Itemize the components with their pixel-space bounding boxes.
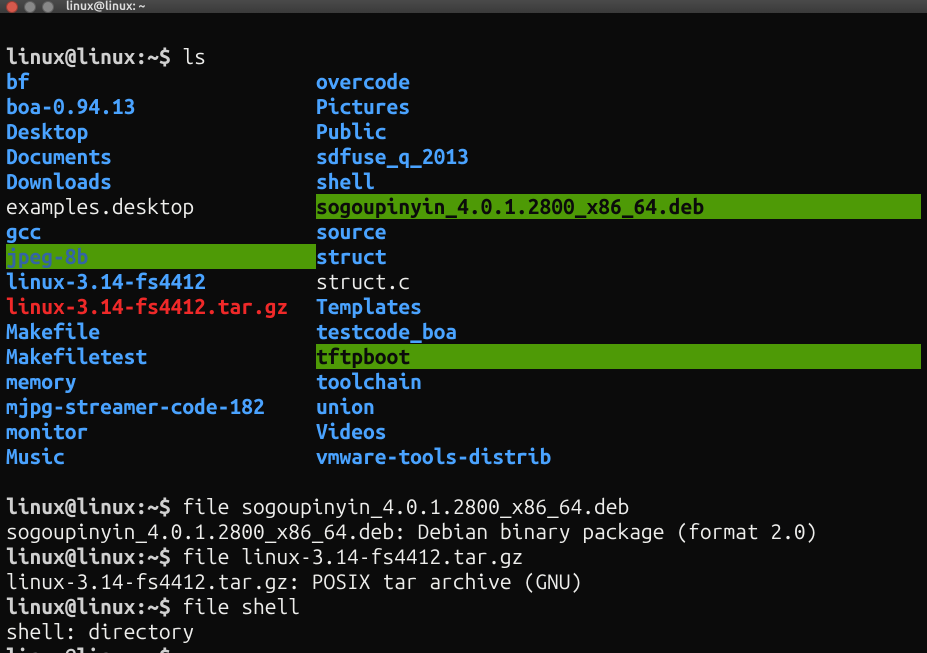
prompt: linux@linux:~$ (6, 494, 182, 518)
terminal-window: linux@linux: ~ linux@linux:~$ ls bfoverc… (0, 0, 927, 653)
command-file-shell: file shell (182, 594, 300, 618)
ls-entry: sdfuse_q_2013 (316, 144, 921, 169)
ls-entry: union (316, 394, 921, 419)
ls-entry: Desktop (6, 119, 316, 144)
ls-entry: tftpboot (316, 344, 921, 369)
ls-entry: sogoupinyin_4.0.1.2800_x86_64.deb (316, 194, 921, 219)
ls-entry: Pictures (316, 94, 921, 119)
window-title: linux@linux: ~ (66, 0, 145, 13)
output-file-shell: shell: directory (6, 619, 194, 643)
command-file-tar: file linux-3.14-fs4412.tar.gz (182, 544, 523, 568)
prompt: linux@linux:~$ (6, 44, 182, 68)
ls-entry: Videos (316, 419, 921, 444)
ls-entry: gcc (6, 219, 316, 244)
window-close-button[interactable] (6, 1, 18, 13)
ls-entry: vmware-tools-distrib (316, 444, 921, 469)
ls-entry: Makefiletest (6, 344, 316, 369)
ls-entry: Documents (6, 144, 316, 169)
ls-entry: toolchain (316, 369, 921, 394)
window-maximize-button[interactable] (42, 1, 54, 13)
prompt: linux@linux:~$ (6, 594, 182, 618)
ls-output: bfovercodeboa-0.94.13PicturesDesktopPubl… (6, 69, 921, 469)
terminal-body[interactable]: linux@linux:~$ ls bfovercodeboa-0.94.13P… (0, 13, 927, 653)
ls-entry: bf (6, 69, 316, 94)
output-file-deb: sogoupinyin_4.0.1.2800_x86_64.deb: Debia… (6, 519, 817, 543)
window-titlebar: linux@linux: ~ (0, 0, 927, 13)
prompt: linux@linux:~$ (6, 544, 182, 568)
ls-entry: Templates (316, 294, 921, 319)
command-ls: ls (182, 44, 206, 68)
ls-entry: source (316, 219, 921, 244)
ls-entry: overcode (316, 69, 921, 94)
window-minimize-button[interactable] (24, 1, 36, 13)
ls-entry: struct (316, 244, 921, 269)
ls-entry: memory (6, 369, 316, 394)
ls-entry: jpeg-8b (6, 244, 316, 269)
ls-entry: Makefile (6, 319, 316, 344)
prompt: linux@linux:~$ (6, 644, 182, 653)
ls-entry: Public (316, 119, 921, 144)
ls-entry: boa-0.94.13 (6, 94, 316, 119)
ls-entry: linux-3.14-fs4412 (6, 269, 316, 294)
ls-entry: mjpg-streamer-code-182 (6, 394, 316, 419)
ls-entry: Music (6, 444, 316, 469)
ls-entry: Downloads (6, 169, 316, 194)
ls-entry: examples.desktop (6, 194, 316, 219)
output-file-tar: linux-3.14-fs4412.tar.gz: POSIX tar arch… (6, 569, 582, 593)
ls-entry: struct.c (316, 269, 921, 294)
ls-entry: testcode_boa (316, 319, 921, 344)
command-file-deb: file sogoupinyin_4.0.1.2800_x86_64.deb (182, 494, 629, 518)
ls-entry: shell (316, 169, 921, 194)
ls-entry: monitor (6, 419, 316, 444)
ls-entry: linux-3.14-fs4412.tar.gz (6, 294, 316, 319)
